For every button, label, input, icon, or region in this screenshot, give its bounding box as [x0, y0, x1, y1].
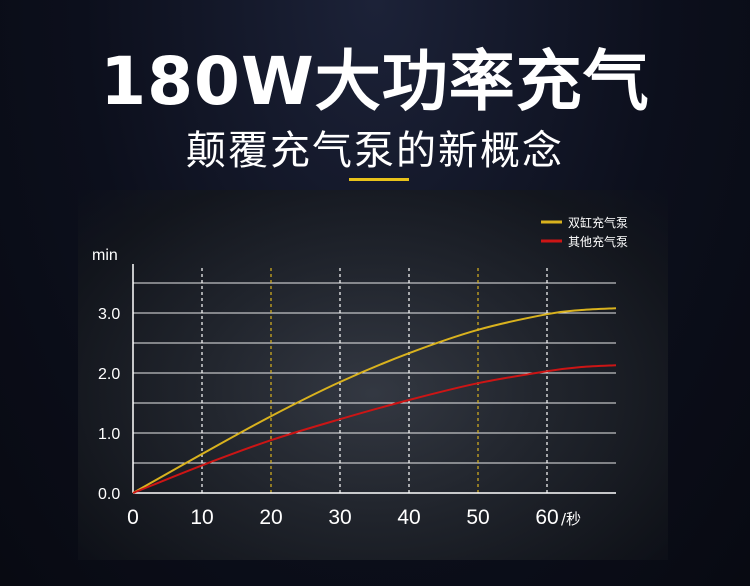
x-tick-label: 10: [190, 506, 213, 529]
y-tick-label: 1.0: [98, 426, 120, 443]
x-tick-label: 40: [397, 506, 420, 529]
x-unit-label: /秒: [561, 510, 581, 528]
y-tick-label: 3.0: [98, 306, 120, 323]
series-layer: [132, 307, 617, 494]
grid-layer: [133, 268, 616, 493]
y-axis-label: min: [92, 247, 118, 264]
x-tick-label: 50: [466, 506, 489, 529]
x-tick-label: 60: [535, 506, 558, 529]
axis-layer: min: [92, 247, 616, 494]
y-tick-label: 2.0: [98, 366, 120, 383]
series-line-other-pump: [132, 364, 617, 494]
legend-label: 其他充气泵: [568, 234, 628, 249]
legend-label: 双缸充气泵: [568, 215, 628, 230]
x-tick-label: 20: [259, 506, 282, 529]
x-tick-label: 30: [328, 506, 351, 529]
series-line-dual-cylinder: [132, 307, 617, 494]
inflation-time-chart: min 双缸充气泵其他充气泵 0.0 1.0 2.0 3.0 0 10 20 30 40 50 60…: [92, 215, 628, 529]
legend: 双缸充气泵其他充气泵: [541, 215, 628, 249]
y-tick-label: 0.0: [98, 486, 120, 503]
tick-labels: 0.0 1.0 2.0 3.0 0 10 20 30 40 50 60/秒: [98, 306, 581, 529]
x-tick-label: 0: [127, 506, 139, 529]
